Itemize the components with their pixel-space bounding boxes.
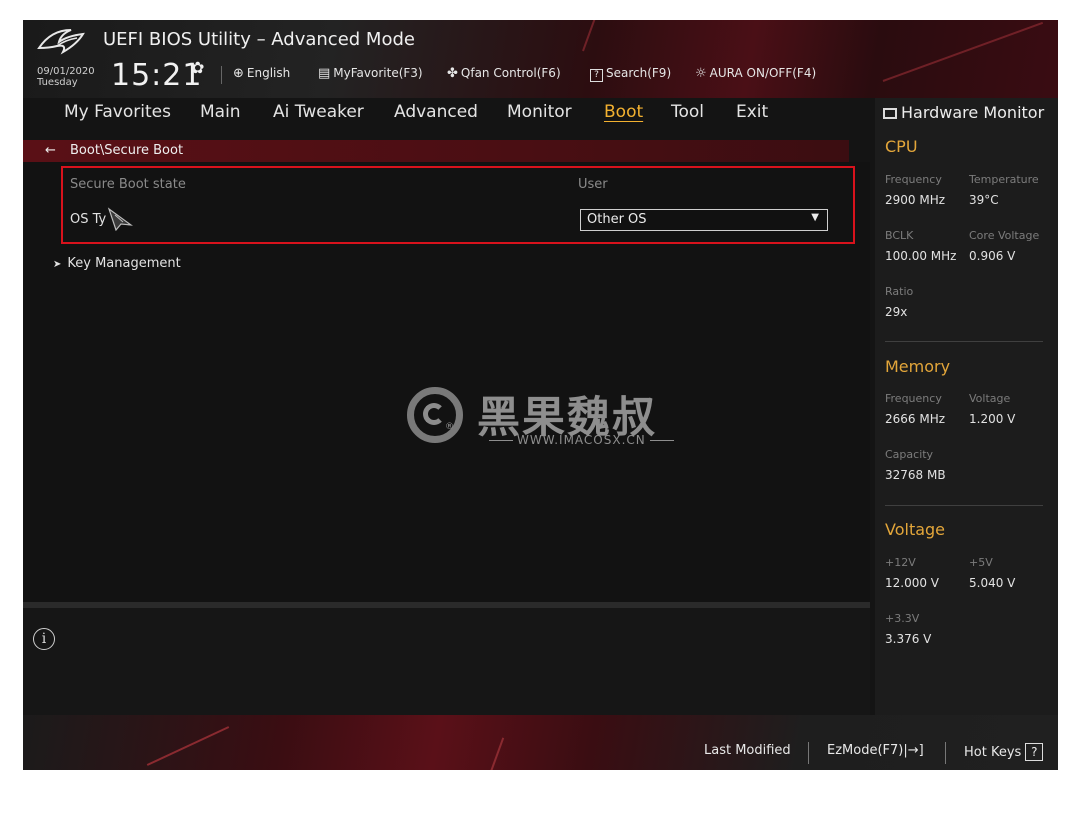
main-tabs: My Favorites Main Ai Tweaker Advanced Mo… xyxy=(23,98,870,128)
hardware-monitor-title: Hardware Monitor xyxy=(883,103,1044,122)
breadcrumb[interactable]: ← Boot\Secure Boot xyxy=(23,140,849,162)
info-icon: i xyxy=(33,628,55,650)
capacity-value: 32768 MB xyxy=(885,468,946,482)
watermark-url: WWW.IMACOSX.CN xyxy=(485,433,678,447)
bclk-value: 100.00 MHz xyxy=(885,249,957,263)
v12-value: 12.000 V xyxy=(885,576,940,590)
mouse-cursor-icon xyxy=(107,207,133,231)
tab-main[interactable]: Main xyxy=(200,102,241,122)
cpu-frequency-label: Frequency xyxy=(885,173,942,186)
aura-light-icon: ☼ xyxy=(695,66,707,81)
os-type-dropdown[interactable]: Other OS ▼ xyxy=(580,209,828,231)
memory-voltage-label: Voltage xyxy=(969,392,1011,405)
hot-keys-label: Hot Keys xyxy=(964,745,1022,760)
tab-tool[interactable]: Tool xyxy=(671,102,704,122)
decor-streak xyxy=(582,20,625,52)
core-voltage-value: 0.906 V xyxy=(969,249,1016,263)
hardware-monitor-label: Hardware Monitor xyxy=(901,103,1045,122)
qfan-label: Qfan Control(F6) xyxy=(460,66,561,80)
voltage-section-title: Voltage xyxy=(885,520,946,539)
tab-my-favorites[interactable]: My Favorites xyxy=(64,102,171,122)
language-button[interactable]: ⊕ English xyxy=(233,66,290,81)
favorite-list-icon: ▤ xyxy=(318,66,331,81)
app-title: UEFI BIOS Utility – Advanced Mode xyxy=(103,29,415,50)
watermark-c-icon xyxy=(423,403,445,425)
date-text: 09/01/2020 xyxy=(37,66,95,77)
last-modified-button[interactable]: Last Modified xyxy=(704,743,791,758)
tab-exit[interactable]: Exit xyxy=(736,102,768,122)
secure-boot-state-label: Secure Boot state xyxy=(70,177,186,192)
section-divider xyxy=(885,505,1043,506)
tab-advanced[interactable]: Advanced xyxy=(394,102,478,122)
capacity-label: Capacity xyxy=(885,448,934,461)
cpu-temperature-label: Temperature xyxy=(969,173,1039,186)
fan-icon: ✤ xyxy=(447,66,458,81)
divider xyxy=(221,66,222,84)
chevron-down-icon: ▼ xyxy=(811,212,819,223)
myfavorite-label: MyFavorite(F3) xyxy=(333,66,423,80)
language-label: English xyxy=(246,66,291,80)
tab-boot[interactable]: Boot xyxy=(604,102,643,122)
myfavorite-button[interactable]: ▤ MyFavorite(F3) xyxy=(318,66,423,81)
back-arrow-icon[interactable]: ← xyxy=(45,143,56,158)
os-type-label[interactable]: OS Ty xyxy=(70,212,106,227)
breadcrumb-path: Boot\Secure Boot xyxy=(70,143,184,158)
decor-streak xyxy=(146,726,230,766)
v5-label: +5V xyxy=(969,556,993,569)
memory-frequency-label: Frequency xyxy=(885,392,942,405)
ratio-label: Ratio xyxy=(885,285,914,298)
v12-label: +12V xyxy=(885,556,916,569)
memory-frequency-value: 2666 MHz xyxy=(885,412,946,426)
qfan-control-button[interactable]: ✤ Qfan Control(F6) xyxy=(447,66,561,81)
ratio-value: 29x xyxy=(885,305,908,319)
footer-divider xyxy=(945,742,946,764)
cpu-temperature-value: 39°C xyxy=(969,193,999,207)
v33-value: 3.376 V xyxy=(885,632,932,646)
help-icon: ? xyxy=(1025,743,1044,761)
cpu-section-title: CPU xyxy=(885,137,918,156)
secure-boot-state-value: User xyxy=(578,177,608,192)
search-button[interactable]: ? Search(F9) xyxy=(590,66,671,82)
aura-label: AURA ON/OFF(F4) xyxy=(709,66,817,80)
hardware-monitor-panel: Hardware Monitor CPU Frequency Temperatu… xyxy=(875,98,1058,715)
footer-divider xyxy=(808,742,809,764)
hot-keys-button[interactable]: Hot Keys? xyxy=(964,743,1044,761)
ezmode-button[interactable]: EzMode(F7)|→] xyxy=(827,743,924,758)
bios-screen: UEFI BIOS Utility – Advanced Mode 09/01/… xyxy=(23,20,1058,770)
memory-voltage-value: 1.200 V xyxy=(969,412,1016,426)
help-box-icon: ? xyxy=(590,69,603,82)
v5-value: 5.040 V xyxy=(969,576,1016,590)
bclk-label: BCLK xyxy=(885,229,914,242)
chevron-right-icon: ➤ xyxy=(53,259,62,270)
v33-label: +3.3V xyxy=(885,612,920,625)
footer-bar: Last Modified EzMode(F7)|→] Hot Keys? xyxy=(23,715,1058,770)
os-type-value: Other OS xyxy=(587,212,647,227)
decor-streak xyxy=(481,737,505,770)
tab-ai-tweaker[interactable]: Ai Tweaker xyxy=(273,102,364,122)
weekday-text: Tuesday xyxy=(37,77,78,88)
watermark: ® 黑果魏叔 WWW.IMACOSX.CN xyxy=(407,385,707,455)
monitor-icon xyxy=(883,108,897,119)
rog-logo-icon xyxy=(37,29,85,55)
decor-streak xyxy=(882,21,1044,82)
aura-toggle-button[interactable]: ☼ AURA ON/OFF(F4) xyxy=(695,66,816,81)
gear-icon[interactable]: ✿ xyxy=(191,58,204,77)
help-panel xyxy=(23,608,870,715)
tab-monitor[interactable]: Monitor xyxy=(507,102,572,122)
core-voltage-label: Core Voltage xyxy=(969,229,1040,242)
section-divider xyxy=(885,341,1043,342)
memory-section-title: Memory xyxy=(885,357,951,376)
key-management-label: Key Management xyxy=(67,256,181,271)
submenu-key-management[interactable]: ➤ Key Management xyxy=(53,256,181,271)
header-bar: UEFI BIOS Utility – Advanced Mode 09/01/… xyxy=(23,20,1058,98)
cpu-frequency-value: 2900 MHz xyxy=(885,193,946,207)
date-display[interactable]: 09/01/2020 Tuesday xyxy=(37,66,95,88)
clock-time[interactable]: 15:21 xyxy=(111,58,202,93)
globe-icon: ⊕ xyxy=(233,66,244,81)
search-label: Search(F9) xyxy=(606,66,672,80)
watermark-registered: ® xyxy=(445,422,454,432)
